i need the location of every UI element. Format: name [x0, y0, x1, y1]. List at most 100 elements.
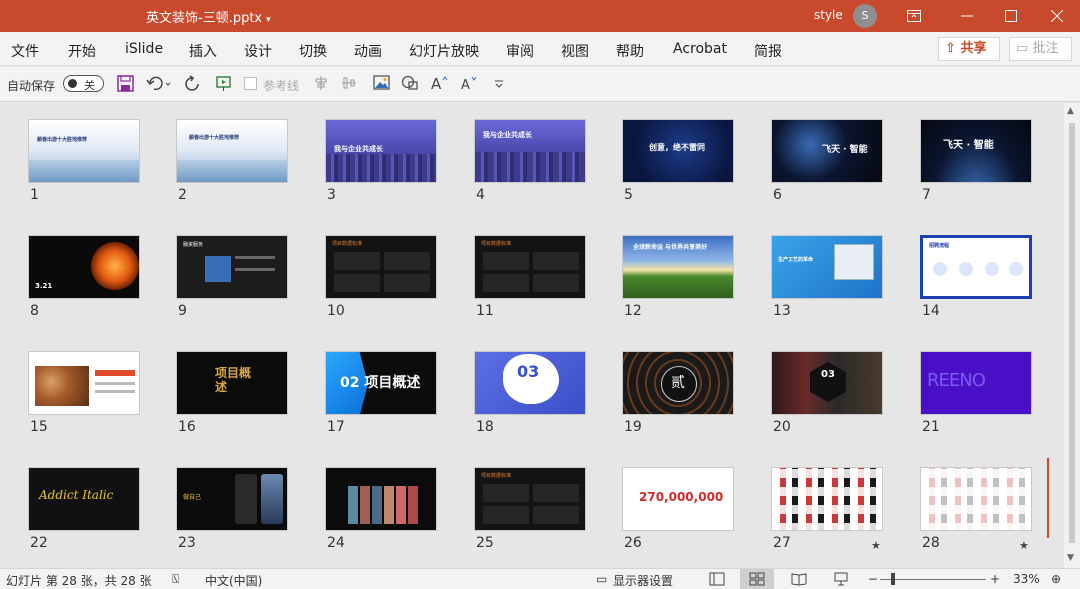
close-icon: [1051, 10, 1063, 22]
display-settings-button[interactable]: 显示器设置: [613, 572, 673, 589]
align-button[interactable]: [313, 75, 329, 95]
slide-title: REENO: [927, 370, 986, 391]
guides-checkbox[interactable]: [244, 77, 257, 90]
slide-thumbnail[interactable]: 颠春出游十大胜地推荐: [28, 119, 140, 183]
slide-sorter-view-button[interactable]: [740, 569, 774, 589]
slide-number: 26: [624, 535, 642, 551]
slide-thumbnail[interactable]: 03: [771, 351, 883, 415]
slide-number: 15: [30, 419, 48, 435]
tab-insert[interactable]: 插入: [189, 41, 217, 61]
tab-slideshow[interactable]: 幻灯片放映: [409, 41, 479, 61]
slide-thumbnail[interactable]: 融资服务: [176, 235, 288, 299]
tab-home[interactable]: 开始: [68, 41, 96, 61]
slide-number: 18: [476, 419, 494, 435]
slide-title: 我与企业共成长: [334, 145, 383, 153]
slide-thumbnail[interactable]: 颠春出游十大胜地推荐: [176, 119, 288, 183]
zoom-slider[interactable]: [880, 579, 986, 580]
save-button[interactable]: [117, 75, 134, 95]
slide-thumbnail[interactable]: 生产工艺的革命: [771, 235, 883, 299]
tab-transitions[interactable]: 切换: [299, 41, 327, 61]
slide-thumbnail[interactable]: 飞天 · 智能: [771, 119, 883, 183]
slide-thumbnail[interactable]: 项目数据标准: [474, 467, 586, 531]
decrease-font-button[interactable]: A: [461, 75, 479, 95]
user-name[interactable]: style: [814, 8, 843, 22]
tab-review[interactable]: 审阅: [506, 41, 534, 61]
comments-button[interactable]: ▭ 批注: [1009, 37, 1072, 61]
slide-thumbnail[interactable]: REENO: [920, 351, 1032, 415]
slide-thumbnail[interactable]: [920, 467, 1032, 531]
slide-thumbnail[interactable]: [325, 467, 437, 531]
language-status[interactable]: 中文(中国): [205, 572, 262, 589]
insert-shapes-button[interactable]: [401, 75, 419, 95]
slide-thumbnail[interactable]: 03: [474, 351, 586, 415]
undo-icon: [146, 76, 171, 91]
comment-icon: ▭: [1016, 41, 1029, 56]
tab-animations[interactable]: 动画: [354, 41, 382, 61]
chevron-down-icon[interactable]: ▾: [266, 15, 271, 25]
slide-thumbnail[interactable]: 3.21: [28, 235, 140, 299]
minimize-button[interactable]: [946, 0, 990, 32]
start-slideshow-button[interactable]: [215, 75, 233, 95]
tab-islide[interactable]: iSlide: [125, 41, 163, 57]
slide-thumbnail[interactable]: 创意，绝不雷同: [622, 119, 734, 183]
slide-thumbnail[interactable]: 做自己: [176, 467, 288, 531]
slide-title: 项目数据标准: [332, 241, 363, 247]
slide-thumbnail[interactable]: 270,000,000: [622, 467, 734, 531]
slide-title: 项目数据标准: [481, 241, 512, 247]
slide-title: 我与企业共成长: [483, 131, 532, 139]
slide-thumbnail[interactable]: 全球新命运 与世界共享美好: [622, 235, 734, 299]
zoom-slider-thumb[interactable]: [891, 573, 895, 585]
tab-design[interactable]: 设计: [244, 41, 272, 61]
slide-title: 02 项目概述: [340, 375, 421, 391]
tab-help[interactable]: 帮助: [616, 41, 644, 61]
slide-thumbnail[interactable]: 我与企业共成长: [474, 119, 586, 183]
slideshow-view-button[interactable]: [824, 569, 858, 589]
distribute-icon: [342, 77, 356, 89]
slide-thumbnail[interactable]: 贰: [622, 351, 734, 415]
tab-file[interactable]: 文件: [11, 41, 39, 61]
increase-font-button[interactable]: A: [431, 75, 449, 95]
maximize-button[interactable]: [990, 0, 1034, 32]
slide-thumbnail[interactable]: 02 项目概述: [325, 351, 437, 415]
autosave-toggle[interactable]: 关: [63, 75, 104, 92]
undo-button[interactable]: [146, 75, 172, 95]
customize-toolbar-button[interactable]: [494, 75, 504, 95]
slide-thumbnail[interactable]: 招聘流程: [920, 235, 1032, 299]
distribute-button[interactable]: [341, 75, 357, 95]
scroll-down-icon[interactable]: ▼: [1067, 553, 1074, 563]
increase-font-icon: A: [431, 75, 448, 93]
slide-title: 飞天 · 智能: [822, 145, 868, 155]
tab-acrobat[interactable]: Acrobat: [673, 41, 727, 57]
animation-star-icon[interactable]: ★: [1019, 539, 1029, 552]
document-title[interactable]: 英文装饰-三顿.pptx ▾: [146, 7, 271, 26]
tab-view[interactable]: 视图: [561, 41, 589, 61]
title-bar: 英文装饰-三顿.pptx ▾ style S: [0, 0, 1080, 32]
tab-briefing[interactable]: 简报: [754, 41, 782, 61]
slide-thumbnail[interactable]: 项目数据标准: [474, 235, 586, 299]
svg-text:A: A: [461, 78, 470, 91]
slide-thumbnail[interactable]: 项目概述: [176, 351, 288, 415]
reading-view-button[interactable]: [782, 569, 816, 589]
share-button[interactable]: ⇧ 共享: [938, 37, 1000, 61]
avatar[interactable]: S: [853, 4, 877, 28]
scroll-up-icon[interactable]: ▲: [1067, 106, 1074, 116]
ribbon-display-options-button[interactable]: [892, 0, 936, 32]
zoom-level[interactable]: 33%: [1013, 572, 1040, 586]
normal-view-button[interactable]: [700, 569, 734, 589]
insert-picture-button[interactable]: [373, 75, 390, 95]
close-button[interactable]: [1036, 0, 1080, 32]
scroll-thumb[interactable]: [1069, 123, 1075, 543]
slide-thumbnail[interactable]: 飞天 · 智能: [920, 119, 1032, 183]
fit-to-window-icon[interactable]: ⊕: [1051, 572, 1061, 586]
redo-button[interactable]: [184, 75, 202, 95]
zoom-out-button[interactable]: −: [868, 572, 878, 586]
slide-thumbnail[interactable]: 项目数据标准: [325, 235, 437, 299]
slide-thumbnail[interactable]: 我与企业共成长: [325, 119, 437, 183]
zoom-in-button[interactable]: +: [990, 572, 1000, 586]
slide-thumbnail[interactable]: [771, 467, 883, 531]
accessibility-icon[interactable]: ⍂: [172, 572, 179, 587]
vertical-scrollbar[interactable]: ▲ ▼: [1064, 103, 1080, 568]
slide-thumbnail[interactable]: Addict Italic: [28, 467, 140, 531]
slide-thumbnail[interactable]: [28, 351, 140, 415]
animation-star-icon[interactable]: ★: [871, 539, 881, 552]
